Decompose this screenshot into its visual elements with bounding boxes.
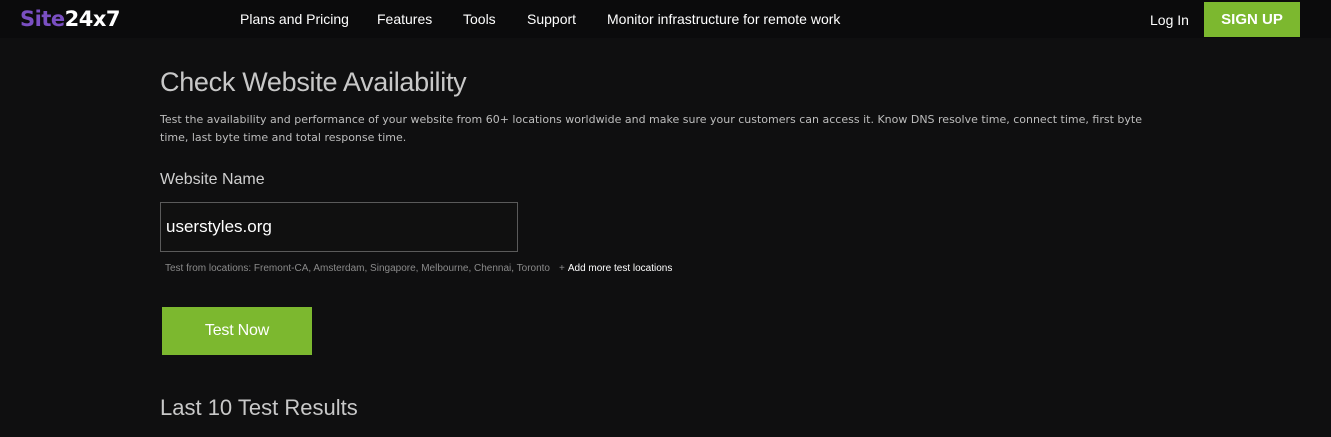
website-name-input[interactable] [166,203,506,251]
page-description: Test the availability and performance of… [160,113,1142,144]
results-heading: Last 10 Test Results [160,395,358,420]
test-locations-text: Test from locations: Fremont-CA, Amsterd… [165,263,550,274]
logo-site-text: Site [20,7,65,31]
top-navigation-bar: Site24x7 Plans and Pricing Features Tool… [0,0,1331,38]
test-now-button[interactable]: Test Now [162,307,312,355]
plus-icon: + [559,263,565,274]
nav-item-plans-and-pricing[interactable]: Plans and Pricing [240,11,349,28]
nav-item-features[interactable]: Features [377,11,432,28]
test-locations-row: Test from locations: Fremont-CA, Amsterd… [165,262,672,276]
site24x7-logo[interactable]: Site24x7 [20,7,121,31]
nav-item-tools[interactable]: Tools [463,11,496,28]
website-name-field [160,202,518,252]
add-more-locations-link[interactable]: Add more test locations [568,263,673,274]
nav-item-monitor-infrastructure[interactable]: Monitor infrastructure for remote work [607,11,840,28]
page-title: Check Website Availability [160,67,467,97]
signup-button[interactable]: SIGN UP [1204,2,1300,37]
login-link[interactable]: Log In [1150,12,1189,29]
website-name-label: Website Name [160,171,265,188]
nav-item-support[interactable]: Support [527,11,576,28]
logo-number-text: 24x7 [64,7,121,31]
